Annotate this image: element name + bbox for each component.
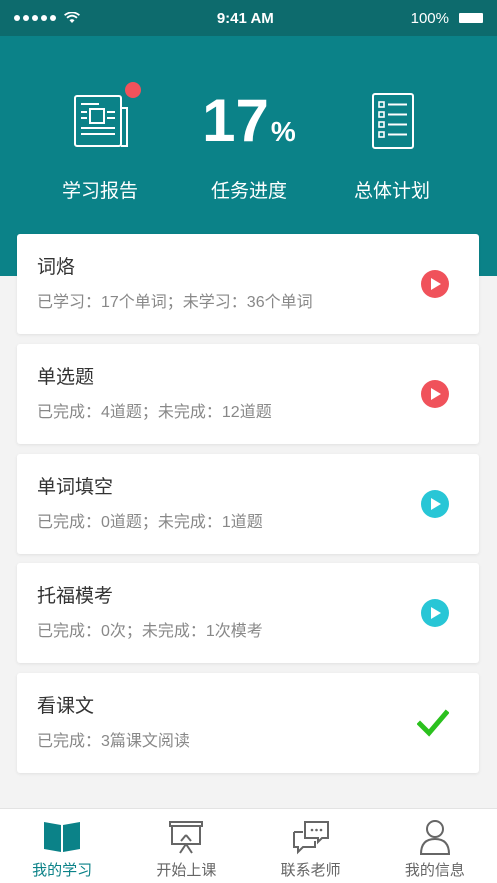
status-bar: 9:41 AM 100% <box>0 0 497 36</box>
status-right: 100% <box>411 10 483 27</box>
play-icon <box>431 607 441 619</box>
battery-icon <box>459 13 483 23</box>
card-subtitle: 已完成：3篇课文阅读 <box>37 733 190 750</box>
tab-start-class[interactable]: 开始上课 <box>124 809 248 883</box>
report-icon <box>74 95 128 147</box>
card-title: 托福模考 <box>37 586 114 607</box>
task-progress: 17% 任务进度 <box>166 90 332 203</box>
tab-label: 我的学习 <box>32 862 93 879</box>
progress-value: 17 <box>202 87 269 154</box>
study-report-label: 学习报告 <box>61 181 138 202</box>
card-subtitle: 已完成：0道题；未完成：1道题 <box>37 514 263 531</box>
task-progress-label: 任务进度 <box>210 181 287 202</box>
task-card-vocab[interactable]: 词烙 已学习：17个单词；未学习：36个单词 <box>17 234 479 334</box>
status-left <box>14 12 80 24</box>
play-button[interactable] <box>421 490 449 518</box>
play-icon <box>431 498 441 510</box>
notification-dot <box>125 82 141 98</box>
card-subtitle: 已完成：4道题；未完成：12道题 <box>37 404 272 421</box>
user-icon <box>419 820 450 855</box>
signal-icon <box>14 15 56 21</box>
task-card-mock-exam[interactable]: 托福模考 已完成：0次；未完成：1次模考 <box>17 563 479 663</box>
card-title: 单选题 <box>37 367 95 388</box>
task-card-reading[interactable]: 看课文 已完成：3篇课文阅读 <box>17 673 479 773</box>
play-button[interactable] <box>421 599 449 627</box>
checklist-icon <box>372 93 414 149</box>
play-icon <box>431 278 441 290</box>
wifi-icon <box>64 12 80 23</box>
checkmark-icon <box>417 709 449 737</box>
card-title: 单词填空 <box>37 477 114 498</box>
status-time: 9:41 AM <box>216 9 274 27</box>
presentation-icon <box>169 821 204 854</box>
chat-icon <box>292 821 329 855</box>
tab-label: 联系老师 <box>280 862 341 879</box>
overall-plan-label: 总体计划 <box>353 181 430 202</box>
battery-percent: 100% <box>410 9 449 27</box>
play-icon <box>431 388 441 400</box>
progress-unit: % <box>270 116 296 147</box>
tab-contact-teacher[interactable]: 联系老师 <box>249 809 373 883</box>
book-icon <box>44 822 81 852</box>
card-subtitle: 已学习：17个单词；未学习：36个单词 <box>37 294 313 311</box>
card-title: 词烙 <box>37 257 76 278</box>
progress-value-wrap: 17% <box>166 90 332 163</box>
study-report-button[interactable]: 学习报告 <box>17 82 183 202</box>
tab-label: 开始上课 <box>156 862 217 879</box>
play-button[interactable] <box>421 270 449 298</box>
card-title: 看课文 <box>37 696 95 717</box>
tab-label: 我的信息 <box>404 862 465 879</box>
task-card-single-choice[interactable]: 单选题 已完成：4道题；未完成：12道题 <box>17 344 479 444</box>
task-card-fill-blank[interactable]: 单词填空 已完成：0道题；未完成：1道题 <box>17 454 479 554</box>
card-subtitle: 已完成：0次；未完成：1次模考 <box>37 623 263 640</box>
tab-my-info[interactable]: 我的信息 <box>373 809 497 883</box>
tab-bar: 我的学习 开始上课 联系老师 我的信息 <box>0 808 497 883</box>
play-button[interactable] <box>421 380 449 408</box>
tab-my-study[interactable]: 我的学习 <box>0 809 124 883</box>
overall-plan-button[interactable]: 总体计划 <box>309 90 475 202</box>
